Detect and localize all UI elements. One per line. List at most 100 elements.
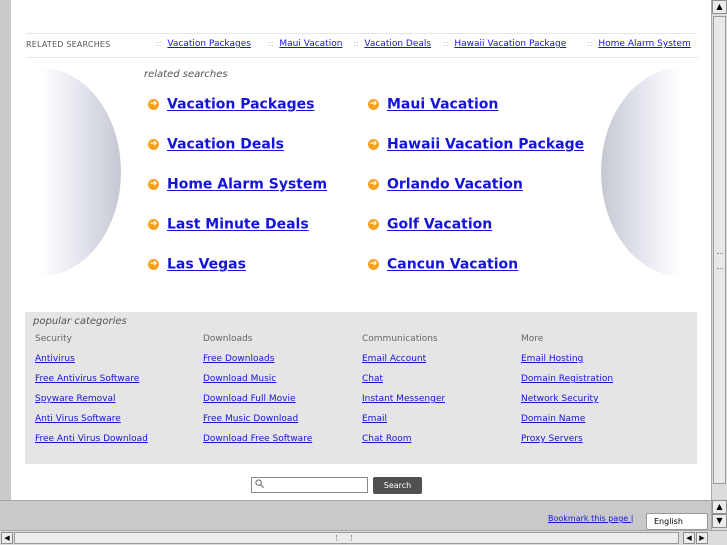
category-link[interactable]: Email Account — [362, 354, 445, 374]
category-link[interactable]: Network Security — [521, 394, 613, 414]
related-search-link-last-minute-deals[interactable]: Last Minute Deals — [167, 217, 309, 233]
arrow-right-icon: ➔ — [368, 259, 379, 270]
search-button[interactable]: Search — [373, 477, 422, 494]
search-input[interactable] — [251, 477, 368, 493]
related-bar-link-hawaii-vacation-package[interactable]: Hawaii Vacation Package — [454, 39, 566, 49]
related-search-link-hawaii-vacation-package[interactable]: Hawaii Vacation Package — [387, 137, 584, 153]
bar-separator: :: — [156, 39, 162, 48]
related-search-item: ➔ Las Vegas — [148, 254, 246, 274]
category-link[interactable]: Free Downloads — [203, 354, 312, 374]
related-bar-item: :: Vacation Deals — [353, 39, 431, 49]
related-search-link-cancun-vacation[interactable]: Cancun Vacation — [387, 257, 518, 273]
top-divider — [26, 33, 696, 34]
category-column-communications: Communications Email Account Chat Instan… — [362, 334, 445, 454]
category-link[interactable]: Email — [362, 414, 445, 434]
category-heading: Downloads — [203, 334, 253, 344]
related-searches-bar: RELATED SEARCHES :: Vacation Packages :: M… — [26, 38, 706, 52]
related-search-item: ➔ Last Minute Deals — [148, 214, 309, 234]
category-column-security: Security Antivirus Free Antivirus Softwa… — [35, 334, 148, 454]
related-search-link-vacation-packages[interactable]: Vacation Packages — [167, 97, 314, 113]
language-select[interactable]: English — [646, 513, 708, 530]
horizontal-scrollbar[interactable]: ◀ ◀ ▶ — [0, 530, 727, 545]
related-search-item: ➔ Maui Vacation — [368, 94, 498, 114]
page-content: RELATED SEARCHES :: Vacation Packages :: M… — [11, 0, 711, 500]
bar-separator: :: — [353, 39, 359, 48]
category-link[interactable]: Free Antivirus Software — [35, 374, 148, 394]
related-bar-item: :: Maui Vacation — [268, 39, 342, 49]
category-link[interactable]: Antivirus — [35, 354, 148, 374]
scroll-up-icon[interactable]: ▲ — [712, 500, 727, 514]
category-heading: Security — [35, 334, 72, 344]
arrow-right-icon: ➔ — [148, 179, 159, 190]
scroll-down-icon[interactable]: ▼ — [712, 514, 727, 528]
related-search-link-las-vegas[interactable]: Las Vegas — [167, 257, 246, 273]
category-column-downloads: Downloads Free Downloads Download Music … — [203, 334, 312, 454]
bar-separator: :: — [268, 39, 274, 48]
category-link[interactable]: Download Free Software — [203, 434, 312, 454]
arrow-right-icon: ➔ — [148, 219, 159, 230]
related-bar-link-maui-vacation[interactable]: Maui Vacation — [279, 39, 342, 49]
category-link[interactable]: Spyware Removal — [35, 394, 148, 414]
popular-categories-title: popular categories — [33, 316, 127, 327]
category-link[interactable]: Proxy Servers — [521, 434, 613, 454]
category-link[interactable]: Chat — [362, 374, 445, 394]
bar-divider — [26, 57, 698, 58]
related-bar-item: :: Home Alarm System — [587, 39, 691, 49]
bookmark-link[interactable]: Bookmark this page | — [548, 514, 633, 523]
vertical-scroll-thumb[interactable] — [713, 16, 726, 484]
arrow-right-icon: ➔ — [368, 139, 379, 150]
category-heading: More — [521, 334, 544, 344]
related-bar-label: RELATED SEARCHES — [26, 40, 111, 49]
arrow-right-icon: ➔ — [148, 259, 159, 270]
related-search-item: ➔ Vacation Deals — [148, 134, 284, 154]
related-search-link-golf-vacation[interactable]: Golf Vacation — [387, 217, 492, 233]
related-search-item: ➔ Orlando Vacation — [368, 174, 523, 194]
related-search-item: ➔ Cancun Vacation — [368, 254, 518, 274]
related-search-item: ➔ Golf Vacation — [368, 214, 492, 234]
related-search-item: ➔ Hawaii Vacation Package — [368, 134, 584, 154]
category-link[interactable]: Download Full Movie — [203, 394, 312, 414]
category-link[interactable]: Domain Name — [521, 414, 613, 434]
right-decoration — [601, 68, 681, 276]
arrow-right-icon: ➔ — [368, 179, 379, 190]
arrow-right-icon: ➔ — [148, 139, 159, 150]
scroll-grip — [717, 253, 723, 269]
related-bar-item: :: Vacation Packages — [156, 39, 251, 49]
related-search-item: ➔ Home Alarm System — [148, 174, 327, 194]
related-bar-link-vacation-packages[interactable]: Vacation Packages — [167, 39, 251, 49]
related-search-link-maui-vacation[interactable]: Maui Vacation — [387, 97, 498, 113]
scroll-right-icon[interactable]: ▶ — [696, 532, 708, 544]
arrow-right-icon: ➔ — [368, 219, 379, 230]
category-heading: Communications — [362, 334, 438, 344]
left-decoration — [41, 68, 121, 276]
related-search-link-home-alarm-system[interactable]: Home Alarm System — [167, 177, 327, 193]
category-column-more: More Email Hosting Domain Registration N… — [521, 334, 613, 454]
category-link[interactable]: Email Hosting — [521, 354, 613, 374]
bar-separator: :: — [587, 39, 593, 48]
vertical-scrollbar[interactable]: ▲ ▲ ▼ — [711, 0, 727, 530]
category-link[interactable]: Instant Messenger — [362, 394, 445, 414]
content-bottom-border — [0, 500, 711, 501]
related-search-link-vacation-deals[interactable]: Vacation Deals — [167, 137, 284, 153]
related-search-link-orlando-vacation[interactable]: Orlando Vacation — [387, 177, 523, 193]
scroll-left-icon[interactable]: ◀ — [1, 532, 13, 544]
category-link[interactable]: Download Music — [203, 374, 312, 394]
category-link[interactable]: Free Anti Virus Download — [35, 434, 148, 454]
related-searches-caption: related searches — [144, 69, 228, 80]
scroll-grip — [336, 535, 352, 541]
bar-separator: :: — [443, 39, 449, 48]
arrow-right-icon: ➔ — [368, 99, 379, 110]
related-search-item: ➔ Vacation Packages — [148, 94, 314, 114]
related-bar-link-home-alarm-system[interactable]: Home Alarm System — [598, 39, 690, 49]
popular-categories-panel: popular categories Security Antivirus Fr… — [25, 312, 697, 464]
related-bar-item: :: Hawaii Vacation Package — [443, 39, 566, 49]
category-link[interactable]: Free Music Download — [203, 414, 312, 434]
related-bar-link-vacation-deals[interactable]: Vacation Deals — [364, 39, 431, 49]
category-link[interactable]: Chat Room — [362, 434, 445, 454]
category-link[interactable]: Domain Registration — [521, 374, 613, 394]
category-link[interactable]: Anti Virus Software — [35, 414, 148, 434]
scroll-up-icon[interactable]: ▲ — [712, 0, 727, 14]
horizontal-scroll-thumb[interactable] — [14, 532, 679, 544]
arrow-right-icon: ➔ — [148, 99, 159, 110]
scroll-left-icon[interactable]: ◀ — [683, 532, 695, 544]
